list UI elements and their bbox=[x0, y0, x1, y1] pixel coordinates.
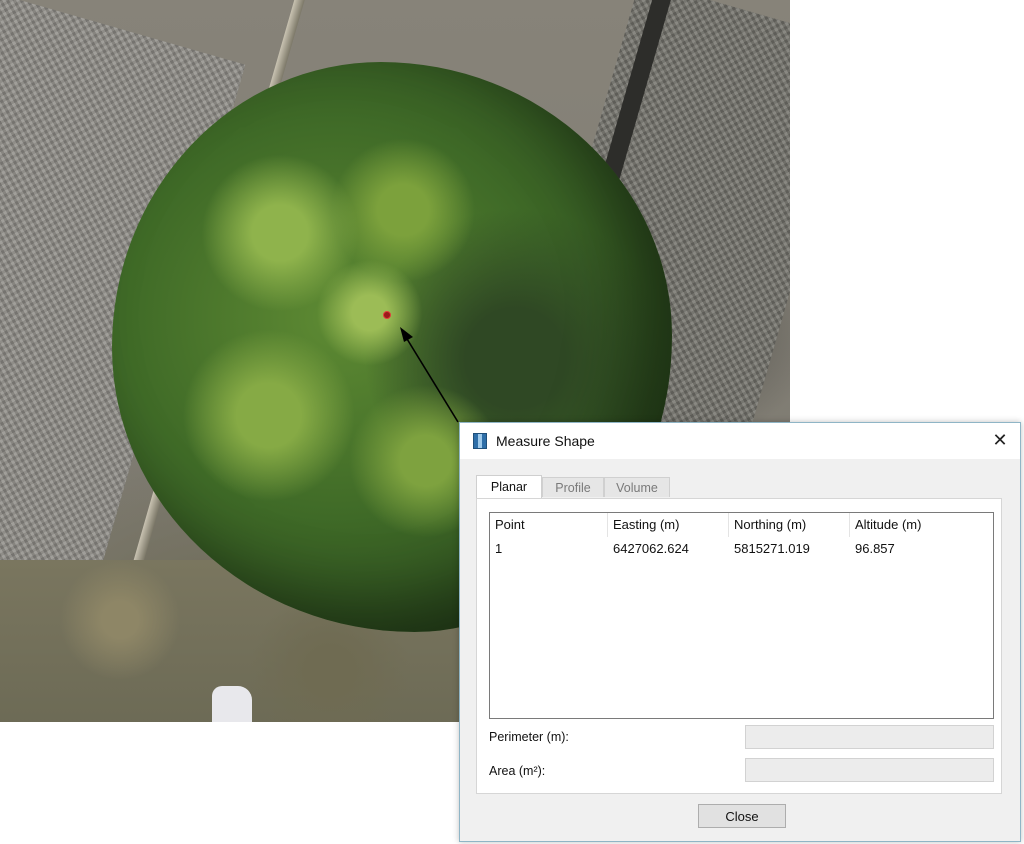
column-header-northing[interactable]: Northing (m) bbox=[729, 513, 850, 537]
cell-easting: 6427062.624 bbox=[613, 541, 689, 556]
perimeter-label: Perimeter (m): bbox=[489, 730, 569, 744]
dialog-titlebar[interactable]: Measure Shape ✕ bbox=[460, 423, 1020, 459]
ruler-icon bbox=[473, 433, 487, 449]
dialog-title: Measure Shape bbox=[496, 433, 595, 449]
tab-profile[interactable]: Profile bbox=[542, 477, 604, 497]
planar-panel: Point Easting (m) Northing (m) Altitude … bbox=[476, 498, 1002, 794]
cell-point: 1 bbox=[495, 541, 503, 556]
points-table[interactable]: Point Easting (m) Northing (m) Altitude … bbox=[489, 512, 994, 719]
cell-altitude: 96.857 bbox=[855, 541, 895, 556]
tab-volume[interactable]: Volume bbox=[604, 477, 670, 497]
measure-point-marker[interactable] bbox=[383, 311, 391, 319]
column-header-altitude[interactable]: Altitude (m) bbox=[850, 513, 993, 537]
cell-northing: 5815271.019 bbox=[734, 541, 810, 556]
close-icon[interactable]: ✕ bbox=[990, 429, 1010, 451]
column-header-easting[interactable]: Easting (m) bbox=[608, 513, 729, 537]
table-row[interactable]: 1 6427062.624 5815271.019 96.857 bbox=[490, 539, 993, 559]
area-field bbox=[745, 758, 994, 782]
column-header-point[interactable]: Point bbox=[490, 513, 608, 537]
perimeter-field bbox=[745, 725, 994, 749]
area-label: Area (m²): bbox=[489, 764, 546, 778]
close-button[interactable]: Close bbox=[698, 804, 786, 828]
tab-planar[interactable]: Planar bbox=[476, 475, 542, 499]
white-object bbox=[212, 686, 252, 722]
measure-shape-dialog: Measure Shape ✕ Planar Profile Volume Po… bbox=[459, 422, 1021, 842]
table-header: Point Easting (m) Northing (m) Altitude … bbox=[490, 513, 993, 537]
